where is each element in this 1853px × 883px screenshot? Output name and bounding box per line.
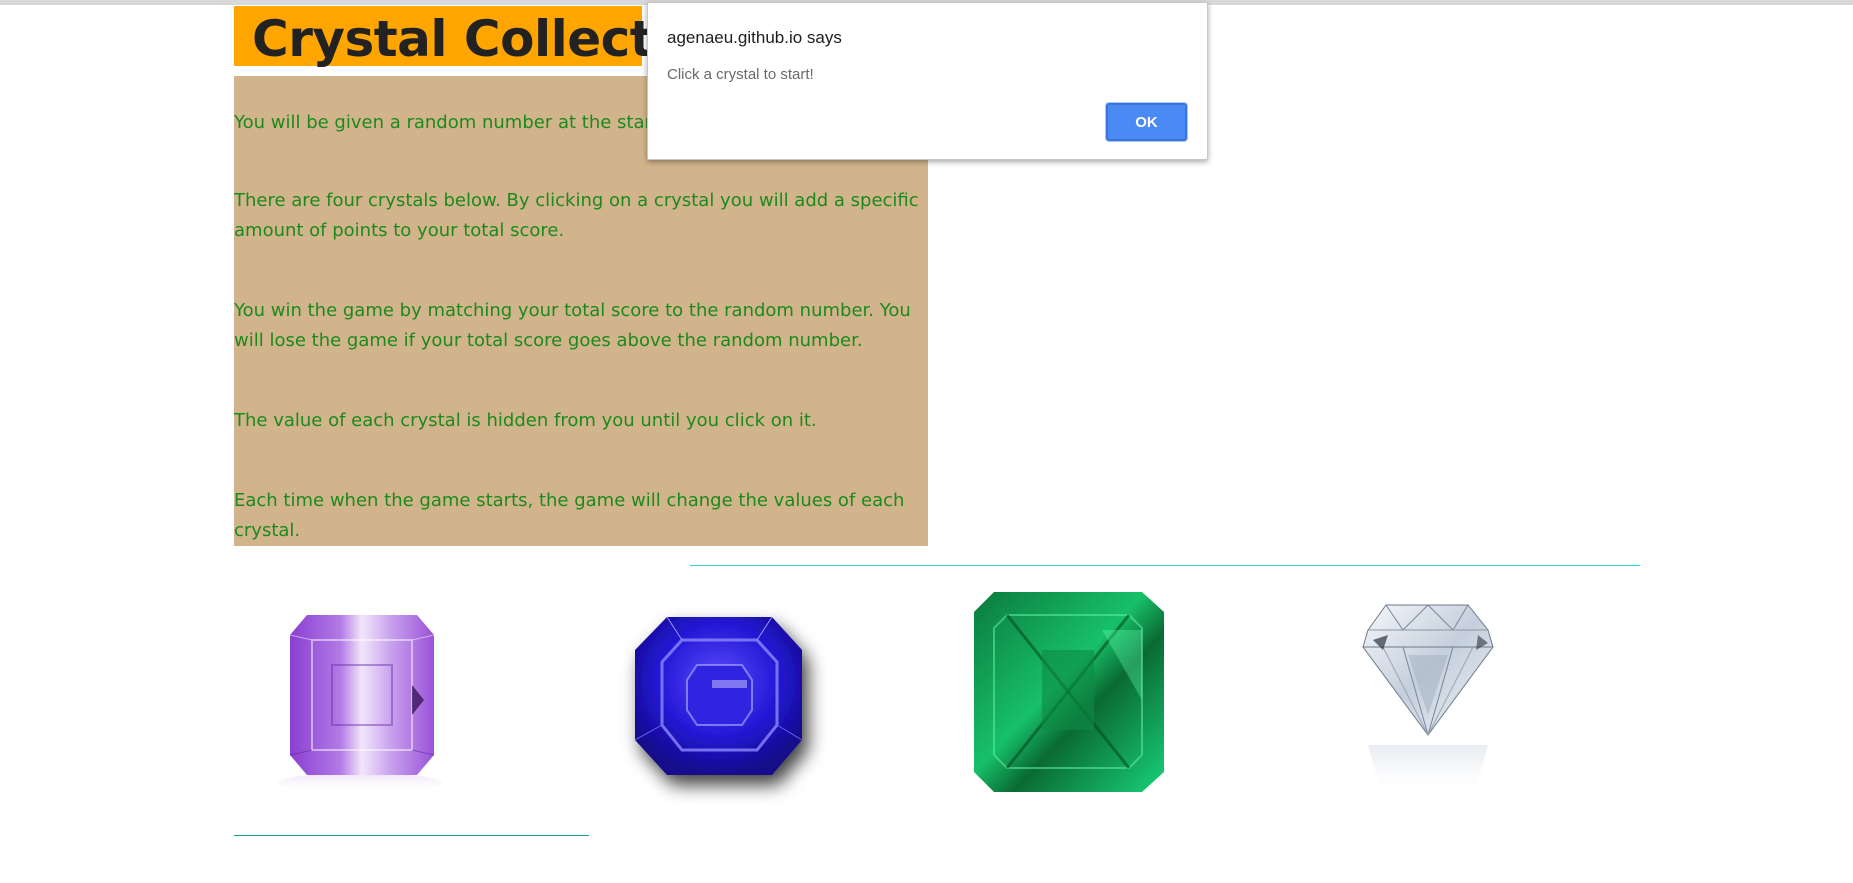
instruction-paragraph: You win the game by matching your total … bbox=[234, 300, 911, 351]
ok-button[interactable]: OK bbox=[1106, 103, 1187, 141]
title-banner: Crystal Collector! bbox=[234, 6, 734, 68]
emerald-icon bbox=[974, 592, 1164, 792]
instruction-paragraph: There are four crystals below. By clicki… bbox=[234, 190, 919, 241]
sapphire-crystal[interactable] bbox=[612, 600, 827, 805]
emerald-crystal[interactable] bbox=[972, 590, 1172, 795]
amethyst-icon bbox=[278, 615, 442, 793]
instruction-paragraph: Each time when the game starts, the game… bbox=[234, 490, 905, 541]
dialog-origin-title: agenaeu.github.io says bbox=[667, 28, 842, 47]
divider-line bbox=[690, 565, 1640, 566]
amethyst-crystal[interactable] bbox=[262, 605, 462, 800]
sapphire-icon bbox=[634, 616, 803, 775]
alert-dialog: agenaeu.github.io says Click a crystal t… bbox=[647, 2, 1208, 160]
diamond-icon bbox=[1362, 604, 1494, 800]
divider-line bbox=[234, 835, 589, 836]
diamond-crystal[interactable] bbox=[1328, 595, 1528, 815]
dialog-message: Click a crystal to start! bbox=[667, 66, 814, 83]
instruction-paragraph: The value of each crystal is hidden from… bbox=[234, 410, 817, 431]
